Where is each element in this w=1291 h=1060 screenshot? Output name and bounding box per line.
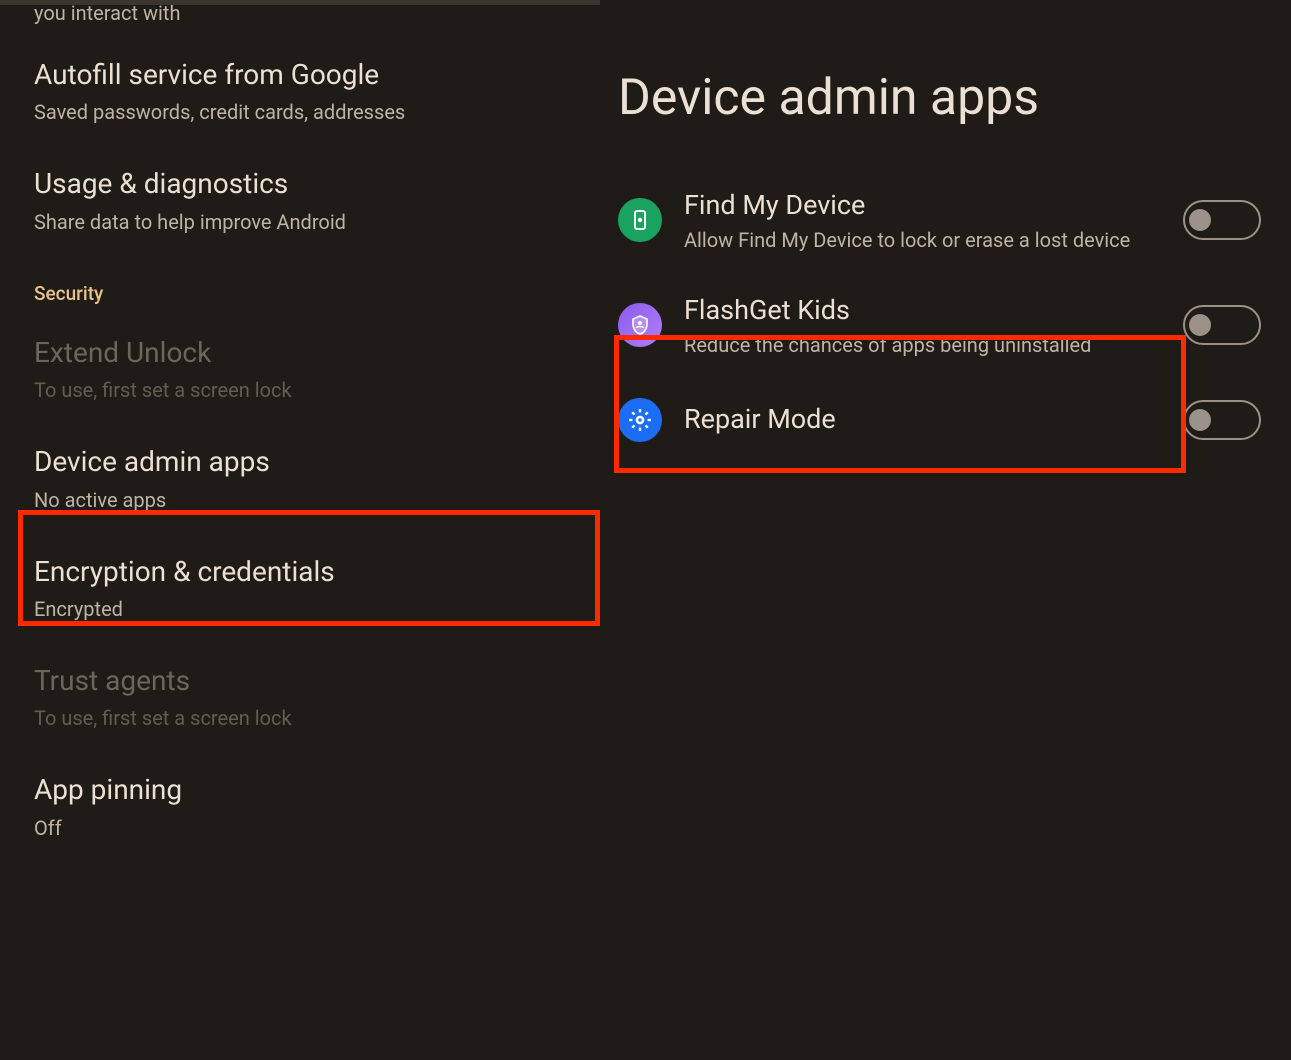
setting-subtitle: To use, first set a screen lock — [34, 705, 566, 732]
setting-encryption-credentials[interactable]: Encryption & credentials Encrypted — [18, 534, 582, 643]
setting-device-admin-apps[interactable]: Device admin apps No active apps — [18, 424, 582, 533]
setting-subtitle: Encrypted — [34, 596, 566, 623]
admin-subtitle: Reduce the chances of apps being uninsta… — [684, 332, 1161, 358]
toggle-flashget-kids[interactable] — [1183, 305, 1261, 345]
toggle-repair-mode[interactable] — [1183, 400, 1261, 440]
setting-title: Autofill service from Google — [34, 57, 566, 93]
admin-title: FlashGet Kids — [684, 293, 1161, 328]
setting-subtitle: To use, first set a screen lock — [34, 377, 566, 404]
setting-title: Usage & diagnostics — [34, 166, 566, 202]
admin-subtitle: Allow Find My Device to lock or erase a … — [684, 227, 1161, 253]
truncated-previous-item-subtitle: you interact with — [18, 0, 582, 37]
setting-subtitle: No active apps — [34, 487, 566, 514]
setting-title: Extend Unlock — [34, 335, 566, 371]
setting-title: Encryption & credentials — [34, 554, 566, 590]
toggle-knob — [1189, 409, 1211, 431]
setting-subtitle: Saved passwords, credit cards, addresses — [34, 99, 566, 126]
admin-row-repair-mode[interactable]: Repair Mode — [618, 378, 1273, 462]
toggle-knob — [1189, 314, 1211, 336]
repair-icon — [618, 398, 662, 442]
setting-autofill-service[interactable]: Autofill service from Google Saved passw… — [18, 37, 582, 146]
admin-text: FlashGet Kids Reduce the chances of apps… — [684, 293, 1161, 358]
device-admin-apps-panel: Device admin apps Find My Device Allow F… — [600, 0, 1291, 1060]
setting-usage-diagnostics[interactable]: Usage & diagnostics Share data to help i… — [18, 146, 582, 255]
toggle-find-my-device[interactable] — [1183, 200, 1261, 240]
admin-title: Find My Device — [684, 188, 1161, 223]
setting-title: App pinning — [34, 772, 566, 808]
section-header-security: Security — [18, 256, 582, 315]
flashget-icon — [618, 303, 662, 347]
setting-trust-agents: Trust agents To use, first set a screen … — [18, 643, 582, 752]
admin-row-flashget-kids[interactable]: FlashGet Kids Reduce the chances of apps… — [618, 273, 1273, 378]
page-title: Device admin apps — [618, 0, 1273, 168]
scroll-indicator — [0, 0, 600, 5]
admin-title: Repair Mode — [684, 402, 1161, 437]
settings-left-panel: you interact with Autofill service from … — [0, 0, 600, 1060]
setting-subtitle: Off — [34, 815, 566, 842]
toggle-knob — [1189, 209, 1211, 231]
setting-extend-unlock: Extend Unlock To use, first set a screen… — [18, 315, 582, 424]
setting-subtitle: Share data to help improve Android — [34, 209, 566, 236]
admin-row-find-my-device[interactable]: Find My Device Allow Find My Device to l… — [618, 168, 1273, 273]
admin-text: Find My Device Allow Find My Device to l… — [684, 188, 1161, 253]
setting-app-pinning[interactable]: App pinning Off — [18, 752, 582, 861]
setting-title: Trust agents — [34, 663, 566, 699]
setting-title: Device admin apps — [34, 444, 566, 480]
find-device-icon — [618, 198, 662, 242]
admin-text: Repair Mode — [684, 402, 1161, 437]
